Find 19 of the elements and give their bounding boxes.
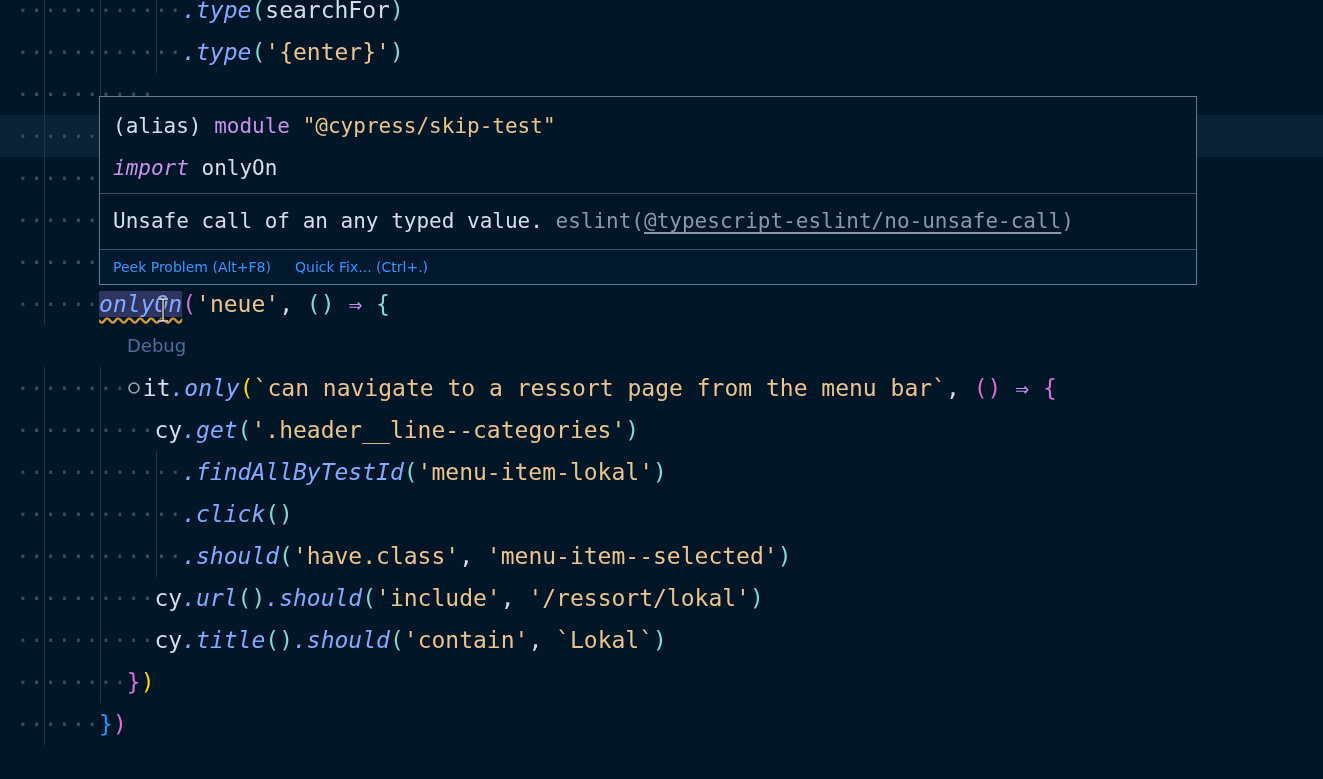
code-line: }): [126, 668, 155, 696]
test-status-icon[interactable]: [126, 381, 141, 395]
code-line: cy.get('.header__line--categories'): [154, 416, 640, 444]
code-line: .type(searchFor): [182, 0, 404, 24]
diagnostic-message: Unsafe call of an any typed value. eslint(@typescript-eslint/no-unsafe-call): [113, 209, 1074, 233]
code-line: it.only(`can navigate to a ressort page from the menu bar`, () ⇒ {: [142, 374, 1057, 402]
code-line: cy.title().should('contain', `Lokal`): [154, 626, 667, 654]
code-line: .should('have.class', 'menu-item--selected'): [182, 542, 792, 570]
code-line: }): [99, 710, 127, 738]
code-line: .click(): [182, 500, 293, 528]
signature-line: import onlyOn: [113, 155, 279, 182]
signature-line: (alias) module "@cypress/skip-test": [113, 113, 557, 140]
action-link[interactable]: Quick Fix... (Ctrl+.): [295, 259, 429, 275]
rule-link[interactable]: @typescript-eslint/no-unsafe-call: [644, 209, 1062, 233]
action-link[interactable]: Peek Problem (Alt+F8): [113, 259, 271, 275]
code-line: .type('{enter}'): [182, 38, 404, 66]
codelens-link[interactable]: Debug: [127, 334, 187, 358]
code-line: .findAllByTestId('menu-item-lokal'): [182, 458, 667, 486]
code-line: cy.url().should('include', '/ressort/lokal'): [154, 584, 764, 612]
